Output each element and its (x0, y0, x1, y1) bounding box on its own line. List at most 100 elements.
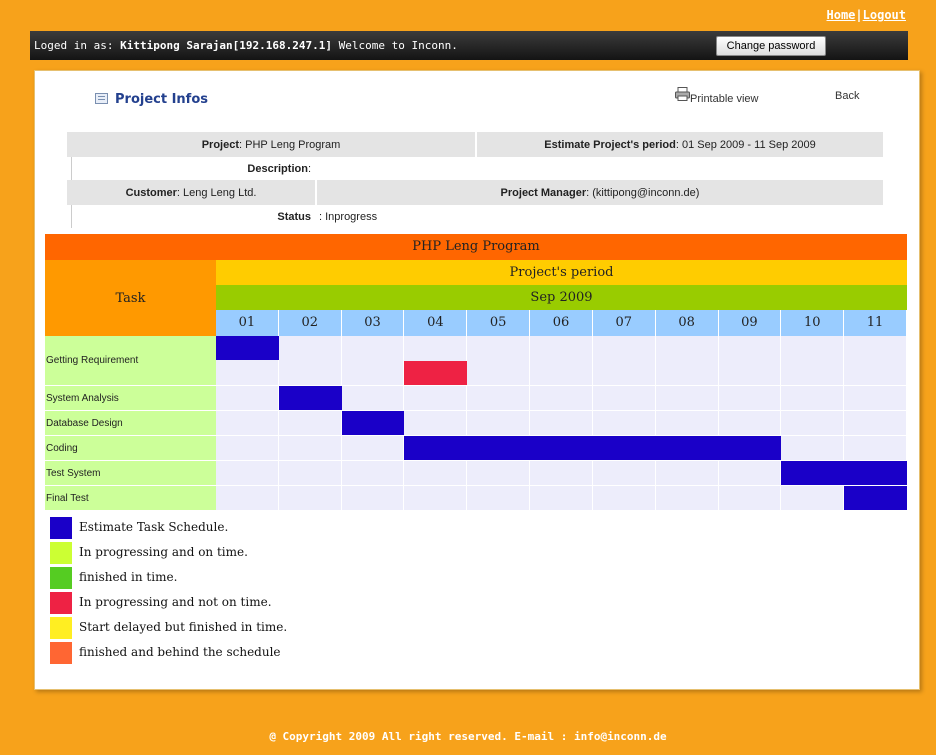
logout-link[interactable]: Logout (863, 8, 906, 22)
task-name: Getting Requirement (45, 336, 216, 386)
manager-value: : (kittipong@inconn.de) (586, 186, 700, 199)
grid-cell (404, 486, 468, 511)
home-link[interactable]: Home (827, 8, 856, 22)
day-header-05: 05 (467, 310, 531, 336)
grid-cell (592, 461, 656, 486)
grid-cell (781, 486, 845, 511)
project-cell: Project : PHP Leng Program (67, 132, 475, 157)
legend-swatch (50, 592, 72, 614)
legend-swatch (50, 642, 72, 664)
gantt-rows: Getting Requirement System Analysis Databa… (45, 336, 907, 511)
task-bar-estimate (216, 336, 279, 360)
task-row: Database Design (45, 411, 907, 436)
info-row-project: Project : PHP Leng Program Estimate Proj… (67, 132, 883, 157)
grid-cell (530, 386, 593, 411)
task-grid (216, 336, 907, 386)
day-header-row: 01 02 03 04 05 06 07 08 09 10 11 (216, 310, 907, 336)
login-bar: Loged in as: Kittipong Sarajan[192.168.2… (30, 31, 908, 60)
grid-cell (781, 411, 845, 436)
grid-cell (655, 336, 719, 386)
task-bar-estimate (781, 461, 907, 485)
manager-cell: Project Manager: (kittipong@inconn.de) (317, 180, 883, 205)
grid-cell (404, 411, 468, 436)
grid-cell (655, 411, 719, 436)
manager-label: Project Manager (500, 186, 587, 199)
grid-cell (718, 461, 782, 486)
grid-cell (278, 436, 342, 461)
task-row: Getting Requirement (45, 336, 907, 386)
back-link[interactable]: Back (835, 90, 859, 102)
legend-label: Start delayed but finished in time. (79, 620, 288, 634)
day-header-04: 04 (404, 310, 468, 336)
task-row: System Analysis (45, 386, 907, 411)
grid-cell (216, 411, 279, 436)
grid-cell (216, 386, 279, 411)
period-cell: Estimate Project's period : 01 Sep 2009 … (477, 132, 883, 157)
info-row-status: Status : Inprogress (67, 205, 883, 228)
customer-label: Customer (125, 186, 177, 199)
customer-cell: Customer : Leng Leng Ltd. (67, 180, 315, 205)
status-value: : Inprogress (319, 210, 378, 223)
legend-swatch (50, 567, 72, 589)
grid-cell (341, 436, 405, 461)
day-header-11: 11 (844, 310, 907, 336)
grid-cell (592, 411, 656, 436)
period-header: Project's period (216, 260, 907, 285)
grid-cell (592, 386, 656, 411)
task-name: Database Design (45, 411, 216, 436)
task-row: Final Test (45, 486, 907, 511)
grid-cell (655, 386, 719, 411)
link-separator: | (855, 8, 863, 22)
change-password-button[interactable]: Change password (716, 36, 826, 56)
day-header-03: 03 (341, 310, 405, 336)
grid-cell (278, 411, 342, 436)
task-grid (216, 411, 907, 436)
task-row: Test System (45, 461, 907, 486)
grid-cell (467, 411, 531, 436)
panel-header: Project Infos Printable view Back (35, 71, 919, 126)
info-row-description: Description : (67, 157, 883, 180)
description-cell: Description : (71, 157, 315, 180)
legend-label: In progressing and not on time. (79, 595, 272, 609)
task-grid (216, 486, 907, 511)
legend-swatch (50, 517, 72, 539)
status-value-cell: : Inprogress (315, 205, 515, 228)
legend-label: finished in time. (79, 570, 178, 584)
period-label: Estimate Project's period (544, 138, 676, 151)
printer-icon[interactable] (675, 87, 690, 101)
project-info-table: Project : PHP Leng Program Estimate Proj… (67, 132, 883, 228)
grid-cell (216, 486, 279, 511)
main-panel: Project Infos Printable view Back Projec… (34, 70, 920, 690)
task-bar-late (404, 361, 468, 385)
grid-cell (404, 386, 468, 411)
gantt-header: Task Project's period Sep 2009 01 02 03 04 0… (45, 260, 907, 336)
legend-swatch (50, 542, 72, 564)
top-links: Home|Logout (827, 8, 907, 22)
grid-cell (655, 461, 719, 486)
logged-user: Kittipong Sarajan[192.168.247.1] (120, 39, 333, 52)
grid-cell (592, 486, 656, 511)
legend-label: In progressing and on time. (79, 545, 248, 559)
grid-cell (404, 461, 468, 486)
grid-cell (718, 386, 782, 411)
printable-view-link[interactable]: Printable view (690, 93, 758, 105)
day-header-02: 02 (278, 310, 342, 336)
task-bar-estimate (278, 386, 342, 410)
grid-cell (530, 486, 593, 511)
document-icon (95, 93, 108, 104)
status-label-cell: Status (71, 205, 315, 228)
task-name: System Analysis (45, 386, 216, 411)
grid-cell (341, 461, 405, 486)
grid-cell (467, 386, 531, 411)
grid-cell (844, 336, 907, 386)
day-header-09: 09 (718, 310, 782, 336)
grid-cell (844, 436, 907, 461)
task-name: Final Test (45, 486, 216, 511)
task-name: Coding (45, 436, 216, 461)
grid-cell (718, 336, 782, 386)
project-label: Project (201, 138, 239, 151)
welcome-text: Welcome to Inconn. (332, 39, 458, 52)
page-title: Project Infos (115, 92, 209, 107)
day-header-10: 10 (781, 310, 845, 336)
task-row: Coding (45, 436, 907, 461)
